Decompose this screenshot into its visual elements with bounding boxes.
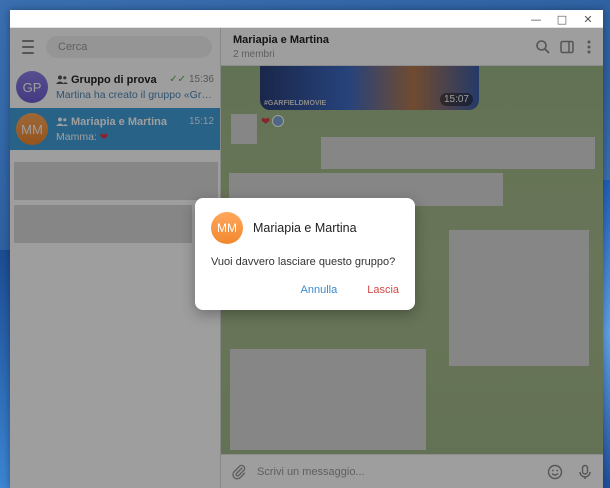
- leave-button[interactable]: Lascia: [367, 284, 399, 296]
- close-button[interactable]: ✕: [575, 10, 601, 28]
- dialog-avatar: MM: [211, 212, 243, 244]
- dialog-message: Vuoi davvero lasciare questo gruppo?: [211, 256, 396, 268]
- minimize-button[interactable]: —: [523, 10, 549, 28]
- title-bar: — □ ✕: [10, 10, 603, 28]
- desktop-wallpaper-left: [0, 250, 10, 488]
- dialog-title: Mariapia e Martina: [253, 221, 357, 235]
- maximize-button[interactable]: □: [549, 10, 575, 28]
- cancel-button[interactable]: Annulla: [301, 284, 338, 296]
- leave-group-dialog: MM Mariapia e Martina Vuoi davvero lasci…: [195, 198, 415, 310]
